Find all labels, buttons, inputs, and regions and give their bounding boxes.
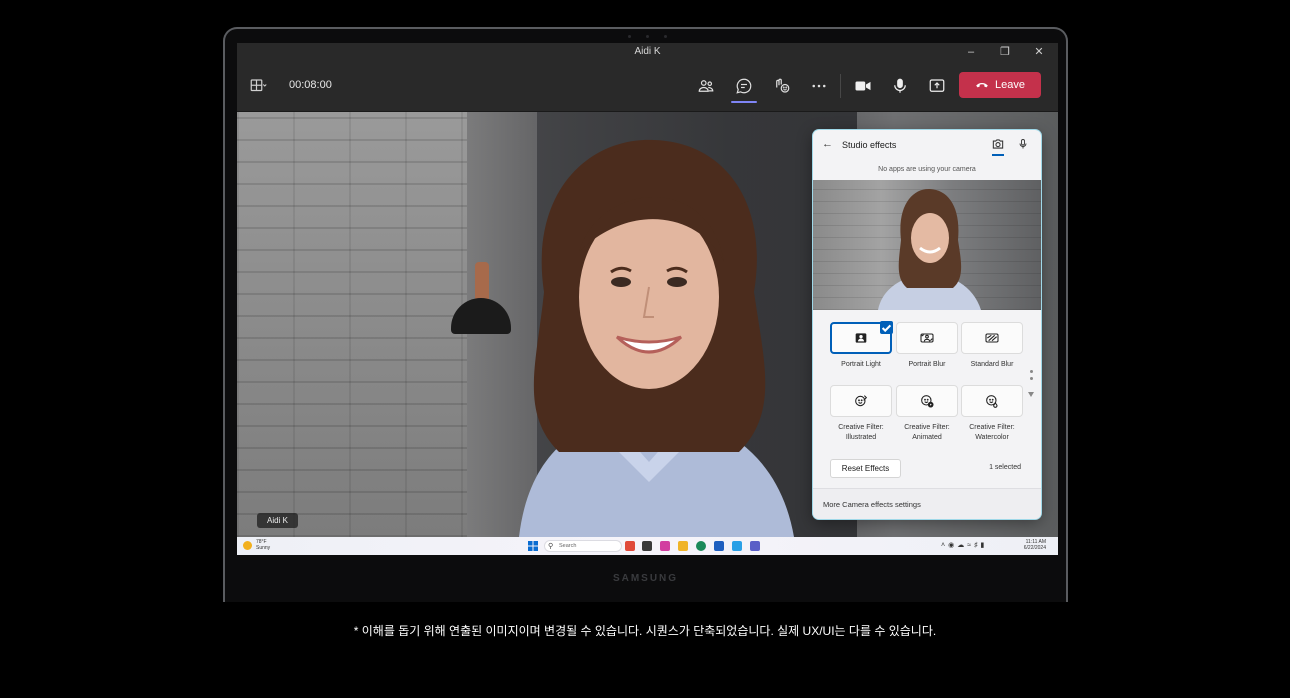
studio-effects-panel: ← Studio effects No apps are using your … xyxy=(813,130,1041,519)
studio-effects-title: Studio effects xyxy=(842,140,897,150)
back-arrow-icon[interactable]: ← xyxy=(822,138,833,150)
toolbar-divider xyxy=(840,74,841,98)
weather-description: Sunny xyxy=(256,545,271,551)
windows-taskbar: 78°F Sunny ⚲ Search ˄◉☁≈♯▮ 11:11 AM 6/22… xyxy=(237,537,1058,555)
effect-standard-blur[interactable]: Standard Blur xyxy=(961,322,1023,370)
effect-label: Portrait Blur xyxy=(908,361,946,368)
leave-label: Leave xyxy=(995,79,1025,91)
selected-check-icon xyxy=(880,321,893,334)
portrait-light-icon xyxy=(855,333,867,343)
preview-person xyxy=(878,188,981,310)
more-options-button[interactable] xyxy=(806,73,832,99)
edge-browser-icon[interactable] xyxy=(696,541,706,551)
effect-tile[interactable] xyxy=(830,321,893,354)
effect-label: Standard Blur xyxy=(970,361,1014,368)
window-title: Aidi K xyxy=(634,46,661,57)
taskbar-search[interactable]: ⚲ Search xyxy=(544,540,622,552)
device-brand: SAMSUNG xyxy=(612,573,679,584)
effect-tile[interactable] xyxy=(961,322,1023,354)
illustrated-filter-icon xyxy=(855,395,868,407)
share-screen-icon xyxy=(929,79,945,92)
effect-tile[interactable] xyxy=(961,385,1023,417)
microphone-tab-icon[interactable] xyxy=(1017,137,1029,151)
disclaimer-text: * 이해를 돕기 위해 연출된 이미지이며 변경될 수 있습니다. 시퀀스가 단… xyxy=(353,624,937,638)
brick-wall-background xyxy=(237,112,467,537)
watercolor-filter-icon xyxy=(986,395,998,408)
standard-blur-icon xyxy=(985,333,999,343)
effect-label: Creative Filter: Watercolor xyxy=(969,424,1015,441)
people-button[interactable] xyxy=(693,73,719,99)
effect-creative-filter-animated[interactable]: Creative Filter: Animated xyxy=(896,385,958,443)
screen: Aidi K – ❐ ✕ 00:08:00 Leave Aidi K ← Stu… xyxy=(237,43,1058,555)
weather-widget[interactable]: 78°F Sunny xyxy=(256,539,270,551)
grid-layout-icon xyxy=(250,79,267,92)
scroll-down-icon xyxy=(1028,392,1034,397)
hang-up-icon xyxy=(976,82,988,88)
system-tray[interactable]: ˄◉☁≈♯▮ xyxy=(941,541,987,549)
teams-app-icon[interactable] xyxy=(750,541,760,551)
clock-date: 6/22/2024 xyxy=(1023,545,1046,551)
restore-icon[interactable]: ❐ xyxy=(998,45,1012,59)
title-bar: Aidi K – ❐ ✕ xyxy=(237,43,1058,61)
studio-effects-header: ← Studio effects xyxy=(813,130,1041,162)
participant-video xyxy=(519,139,794,537)
close-icon[interactable]: ✕ xyxy=(1032,45,1046,59)
animated-filter-icon xyxy=(921,395,934,408)
minimize-icon[interactable]: – xyxy=(964,45,978,59)
search-placeholder: Search xyxy=(559,543,577,549)
chat-active-indicator xyxy=(731,101,757,103)
effect-tile[interactable] xyxy=(830,385,892,417)
effect-label: Creative Filter: Animated xyxy=(904,424,950,441)
sun-icon[interactable] xyxy=(243,541,252,550)
effect-creative-filter-illustrated[interactable]: Creative Filter: Illustrated xyxy=(830,385,892,443)
windows-start-icon[interactable] xyxy=(528,541,538,551)
camera-status-text: No apps are using your camera xyxy=(878,166,976,173)
video-camera-icon xyxy=(855,81,871,91)
meeting-timer: 00:08:00 xyxy=(289,79,332,91)
reset-effects-button[interactable]: Reset Effects xyxy=(830,459,901,478)
effect-label: Portrait Light xyxy=(841,361,881,368)
store-app-icon[interactable] xyxy=(714,541,724,551)
file-explorer-icon[interactable] xyxy=(678,541,688,551)
meeting-toolbar: 00:08:00 Leave xyxy=(237,61,1058,112)
effects-scroll-indicator[interactable] xyxy=(1028,370,1034,397)
camera-preview xyxy=(813,180,1041,310)
effect-label: Creative Filter: Illustrated xyxy=(838,424,884,441)
chat-button[interactable] xyxy=(731,73,757,99)
search-icon: ⚲ xyxy=(548,543,554,550)
chat-icon xyxy=(736,78,752,94)
microphone-icon xyxy=(894,78,906,93)
more-icon xyxy=(812,84,826,88)
portrait-blur-icon xyxy=(920,333,934,343)
raise-hand-emoji-icon xyxy=(776,78,790,93)
copilot-app-icon[interactable] xyxy=(625,541,635,551)
effect-portrait-light[interactable]: Portrait Light xyxy=(830,321,893,370)
webcam-dots xyxy=(628,35,668,41)
effect-portrait-blur[interactable]: Portrait Blur xyxy=(896,322,958,370)
layout-button[interactable] xyxy=(245,73,271,99)
effect-creative-filter-watercolor[interactable]: Creative Filter: Watercolor xyxy=(961,385,1023,443)
microphone-button[interactable] xyxy=(887,73,913,99)
task-view-icon[interactable] xyxy=(642,541,652,551)
camera-button[interactable] xyxy=(850,73,876,99)
react-button[interactable] xyxy=(769,73,795,99)
effect-tile[interactable] xyxy=(896,322,958,354)
camera-tab-icon[interactable] xyxy=(991,137,1005,151)
more-camera-settings-link[interactable]: More Camera effects settings xyxy=(813,488,1041,519)
camera-tab-indicator xyxy=(992,154,1004,156)
effect-tile[interactable] xyxy=(896,385,958,417)
people-icon xyxy=(698,80,714,92)
share-button[interactable] xyxy=(924,73,950,99)
leave-button[interactable]: Leave xyxy=(959,72,1041,98)
samsung-app-icon[interactable] xyxy=(732,541,742,551)
taskbar-clock[interactable]: 11:11 AM 6/22/2024 xyxy=(1016,539,1046,551)
more-camera-settings-label: More Camera effects settings xyxy=(823,500,921,509)
selected-count: 1 selected xyxy=(989,464,1021,471)
photos-app-icon[interactable] xyxy=(660,541,670,551)
participant-name-tag: Aidi K xyxy=(257,513,298,528)
